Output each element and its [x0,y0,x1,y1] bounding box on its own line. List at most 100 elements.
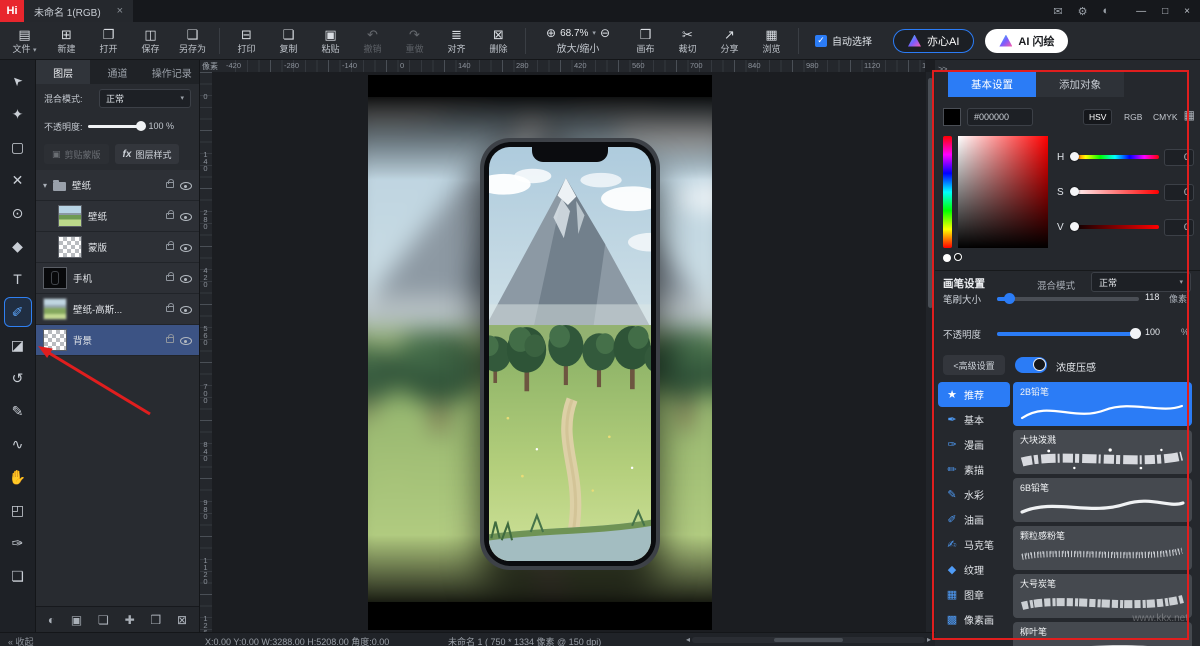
layer-row-background[interactable]: 背景 [36,325,199,356]
s-value-input[interactable]: 0 [1164,184,1194,201]
brush-card-willow[interactable]: 柳叶笔 [1013,622,1192,646]
color-mode-hsv[interactable]: HSV [1083,109,1112,125]
h-value-input[interactable]: 0 [1164,149,1194,166]
scroll-right-icon[interactable]: ▸ [927,635,931,644]
lock-icon[interactable] [166,182,174,188]
auto-select-checkbox[interactable]: ✓ 自动选择 [815,33,872,48]
adjustment-icon[interactable]: ◐ [48,613,55,627]
saturation-value-box[interactable] [958,136,1048,248]
horizontal-scroll-thumb[interactable] [774,638,844,642]
zoom-out-icon[interactable]: ⊖ [600,26,610,40]
smudge-tool[interactable]: ✑ [4,528,32,558]
brush-category-basic[interactable]: ✒基本 [938,407,1010,432]
brush-category-oil[interactable]: ✐油画 [938,507,1010,532]
layer-row-group-wallpaper[interactable]: ▾ 壁纸 [36,170,199,201]
brush-tool[interactable]: ✐ [4,297,32,327]
tab-add-object[interactable]: 添加对象 [1036,72,1124,97]
mail-icon[interactable]: ✉ [1053,5,1062,18]
brush-size-knob[interactable] [1004,293,1015,304]
brush-card-6b-pencil[interactable]: 6B铅笔 [1013,478,1192,522]
color-mode-cmyk[interactable]: CMYK [1148,109,1183,125]
ai-flash-draw-button[interactable]: AI 闪绘 [985,29,1068,53]
brush-category-recommended[interactable]: ★推荐 [938,382,1010,407]
brush-card-charcoal[interactable]: 大号炭笔 [1013,574,1192,618]
eye-icon[interactable] [180,179,192,191]
browse-button[interactable]: ▦浏览 [751,27,792,55]
eye-icon[interactable] [180,303,192,315]
yixin-ai-button[interactable]: 亦心AI [893,29,974,53]
lock-icon[interactable] [166,337,174,343]
move-tool[interactable]: ➤ [4,66,32,96]
text-tool[interactable]: T [4,264,32,294]
layer-row-mask[interactable]: 蒙版 [36,232,199,263]
brush-category-marker[interactable]: ✍马克笔 [938,532,1010,557]
v-value-input[interactable]: 0 [1164,219,1194,236]
mask-icon[interactable]: ▣ [71,613,82,627]
h-slider-knob[interactable] [1070,152,1079,161]
duplicate-icon[interactable]: ❏ [98,613,109,627]
v-slider-knob[interactable] [1070,222,1079,231]
eye-icon[interactable] [180,210,192,222]
open-button[interactable]: ❐打开 [88,27,129,55]
tab-history[interactable]: 操作记录 [145,60,199,84]
app-logo[interactable]: Hi [0,0,24,22]
tab-basic-settings[interactable]: 基本设置 [948,72,1036,97]
layer-row-phone[interactable]: 手机 [36,263,199,294]
brush-card-splash[interactable]: 大块泼溅 [1013,430,1192,474]
eraser-tool[interactable]: ◪ [4,330,32,360]
clone-stamp-tool[interactable]: ↺ [4,363,32,393]
scroll-left-icon[interactable]: ◂ [686,635,690,644]
curve-tool[interactable]: ∿ [4,429,32,459]
brush-category-watercolor[interactable]: ✎水彩 [938,482,1010,507]
vertical-scrollbar[interactable] [926,72,935,632]
canvas-button[interactable]: ❒画布 [625,27,666,55]
zoom-tool[interactable]: ⊙ [4,198,32,228]
brush-size-value[interactable]: 118 [1145,292,1159,302]
hand-tool[interactable]: ✋ [4,462,32,492]
brush-opacity-knob[interactable] [1130,328,1141,339]
brush-category-sketch[interactable]: ✏素描 [938,457,1010,482]
document-tab[interactable]: 未命名 1(RGB) × [24,0,133,22]
layer-opacity-slider[interactable] [88,125,144,128]
save-button[interactable]: ◫保存 [130,27,171,55]
delete-button[interactable]: ⊠删除 [478,27,519,55]
layer-row-wallpaper[interactable]: 壁纸 [36,201,199,232]
palette-grid-icon[interactable]: ▦ [1184,108,1195,122]
zoom-in-icon[interactable]: ⊕ [546,26,556,40]
canvas-viewport[interactable] [212,72,925,632]
theme-icon[interactable]: ◐ [1102,5,1109,17]
panel-expand-button[interactable]: >> [938,64,947,74]
vertical-scroll-thumb[interactable] [928,78,933,308]
horizontal-scrollbar[interactable]: ◂ ▸ [686,633,931,646]
magic-wand-tool[interactable]: ✦ [4,99,32,129]
marquee-tool[interactable]: ▢ [4,132,32,162]
collapse-panel-button[interactable]: « 收起 [8,635,34,646]
print-button[interactable]: ⊟打印 [226,27,267,55]
redo-button[interactable]: ↷重做 [394,27,435,55]
node-select-tool[interactable]: ✕ [4,165,32,195]
background-color-circle[interactable] [954,253,962,261]
zoom-control[interactable]: ⊕ 68.7% ▾ ⊖ 放大/缩小 [532,26,624,55]
fill-tool[interactable]: ◆ [4,231,32,261]
brush-opacity-value[interactable]: 100 [1145,327,1160,337]
hue-bar[interactable] [943,136,952,248]
brush-category-stamp[interactable]: ▦图章 [938,582,1010,607]
brush-card-2b-pencil[interactable]: 2B铅笔 [1013,382,1192,426]
brush-category-comic[interactable]: ✑漫画 [938,432,1010,457]
v-slider[interactable] [1071,225,1159,229]
brush-card-grain-chalk[interactable]: 颗粒感粉笔 [1013,526,1192,570]
share-button[interactable]: ↗分享 [709,27,750,55]
copy-button[interactable]: ❏复制 [268,27,309,55]
delete-layer-icon[interactable]: ⊠ [177,613,187,627]
tab-close-icon[interactable]: × [117,5,123,17]
lock-icon[interactable] [166,306,174,312]
advanced-settings-button[interactable]: <高级设置 [943,355,1005,375]
lock-icon[interactable] [166,275,174,281]
crop-tool[interactable]: ◰ [4,495,32,525]
paste-button[interactable]: ▣粘贴 [310,27,351,55]
zoom-caret-icon[interactable]: ▾ [592,29,596,37]
zoom-level-value[interactable]: 68.7% [560,28,588,39]
crop-button[interactable]: ✂裁切 [667,27,708,55]
brush-blend-select[interactable]: 正常 ▾ [1091,272,1191,292]
brush-category-pixel[interactable]: ▩像素画 [938,607,1010,632]
